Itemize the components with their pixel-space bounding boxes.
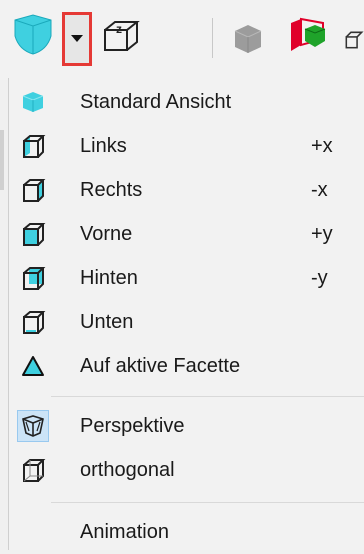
menu-item-label: Vorne — [80, 222, 133, 245]
orthogonal-cube-icon — [17, 454, 49, 486]
window-edge — [0, 130, 4, 190]
svg-text:z: z — [116, 22, 122, 36]
menu-item-label: orthogonal — [80, 458, 175, 481]
partial-cube-icon — [345, 31, 364, 49]
menu-item-perspektive[interactable]: Perspektive — [9, 404, 364, 448]
menu-item-label: Perspektive — [80, 414, 185, 437]
menu-item-auf-aktive-facette[interactable]: Auf aktive Facette — [9, 344, 364, 388]
menu-item-label: Auf aktive Facette — [80, 354, 241, 377]
cube-left-icon — [17, 130, 49, 162]
toolbar: z — [0, 0, 364, 80]
cube-bottom-icon — [17, 306, 49, 338]
menu-item-label: Unten — [80, 310, 134, 333]
cyan-shield-icon — [14, 14, 52, 55]
menu-item-shortcut: -y — [311, 266, 328, 289]
view-button[interactable] — [8, 8, 58, 60]
menu-separator — [51, 502, 364, 503]
menu-item-label: Animation — [80, 520, 169, 543]
menu-item-shortcut: -x — [311, 178, 328, 201]
toolbar-separator — [212, 18, 213, 58]
menu-item-animation[interactable]: Animation — [9, 510, 364, 554]
cube-back-icon — [17, 262, 49, 294]
menu-separator — [51, 396, 364, 397]
menu-item-label: Rechts — [80, 178, 143, 201]
cube-right-icon — [17, 174, 49, 206]
shaded-view-button[interactable] — [228, 16, 268, 60]
cyan-cube-icon — [17, 86, 49, 118]
wireframe-view-button[interactable] — [344, 22, 364, 58]
view-dropdown-menu: Standard Ansicht Links +x Rechts -x Vorn… — [8, 78, 364, 550]
menu-item-shortcut: +x — [311, 134, 333, 157]
gray-cube-icon — [234, 25, 262, 53]
z-axis-view-icon: z — [104, 21, 140, 51]
menu-item-standard-ansicht[interactable]: Standard Ansicht — [9, 80, 364, 124]
menu-item-label: Standard Ansicht — [80, 90, 232, 113]
menu-item-orthogonal[interactable]: orthogonal — [9, 448, 364, 492]
menu-item-label: Links — [80, 134, 127, 157]
menu-item-label: Hinten — [80, 266, 138, 289]
dropdown-arrow-icon — [71, 35, 83, 42]
cube-front-icon — [17, 218, 49, 250]
view-dropdown-button[interactable] — [62, 12, 92, 66]
menu-item-shortcut: +y — [311, 222, 333, 245]
menu-item-links[interactable]: Links +x — [9, 124, 364, 168]
z-view-button[interactable]: z — [98, 14, 146, 58]
colored-view-button[interactable] — [282, 12, 332, 62]
menu-item-unten[interactable]: Unten — [9, 300, 364, 344]
perspective-cube-icon — [17, 410, 49, 442]
menu-item-hinten[interactable]: Hinten -y — [9, 256, 364, 300]
menu-item-rechts[interactable]: Rechts -x — [9, 168, 364, 212]
triangle-icon — [17, 350, 49, 382]
red-green-cube-icon — [291, 17, 326, 51]
menu-item-vorne[interactable]: Vorne +y — [9, 212, 364, 256]
